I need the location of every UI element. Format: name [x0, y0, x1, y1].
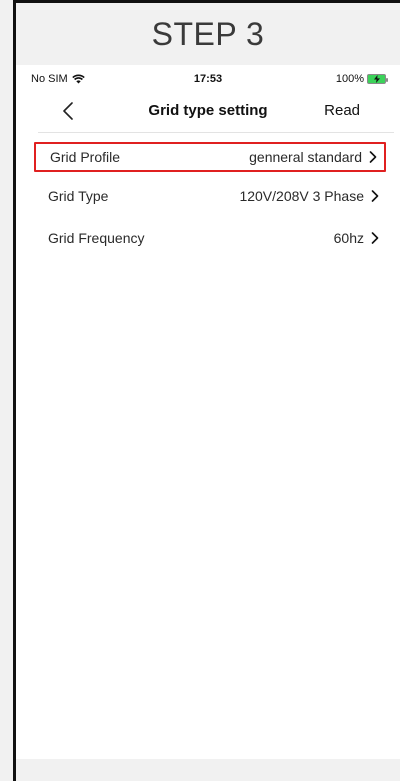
battery-icon — [367, 74, 388, 84]
grid-type-value: 120V/208V 3 Phase — [239, 188, 364, 204]
grid-type-row[interactable]: Grid Type 120V/208V 3 Phase — [34, 181, 386, 211]
bottom-bar — [16, 759, 400, 781]
divider — [38, 132, 394, 133]
tutorial-frame: STEP 3 No SIM 17:53 100% Grid type setti… — [0, 0, 400, 781]
setting-label: Grid Frequency — [48, 230, 145, 246]
status-bar: No SIM 17:53 100% — [16, 65, 400, 91]
phone-screen: No SIM 17:53 100% Grid type setting Read… — [16, 65, 400, 759]
chevron-right-icon — [369, 151, 377, 163]
setting-label: Grid Profile — [50, 149, 121, 165]
read-button[interactable]: Read — [324, 102, 360, 119]
setting-value: 120V/208V 3 Phase — [239, 188, 380, 204]
setting-value: genneral standard — [249, 149, 378, 165]
grid-profile-value: genneral standard — [249, 149, 362, 165]
chevron-right-icon — [371, 190, 379, 202]
grid-profile-row[interactable]: Grid Profile genneral standard — [34, 142, 386, 172]
grid-frequency-value: 60hz — [333, 230, 364, 246]
battery-percent: 100% — [335, 73, 364, 85]
chevron-right-icon — [371, 232, 379, 244]
grid-frequency-row[interactable]: Grid Frequency 60hz — [34, 223, 386, 253]
step-title: STEP 3 — [151, 15, 265, 52]
navigation-bar: Grid type setting Read — [16, 91, 400, 131]
charging-icon — [373, 75, 380, 83]
setting-value: 60hz — [334, 230, 380, 246]
battery-indicator: 100% — [335, 73, 388, 85]
setting-label: Grid Type — [48, 188, 109, 204]
